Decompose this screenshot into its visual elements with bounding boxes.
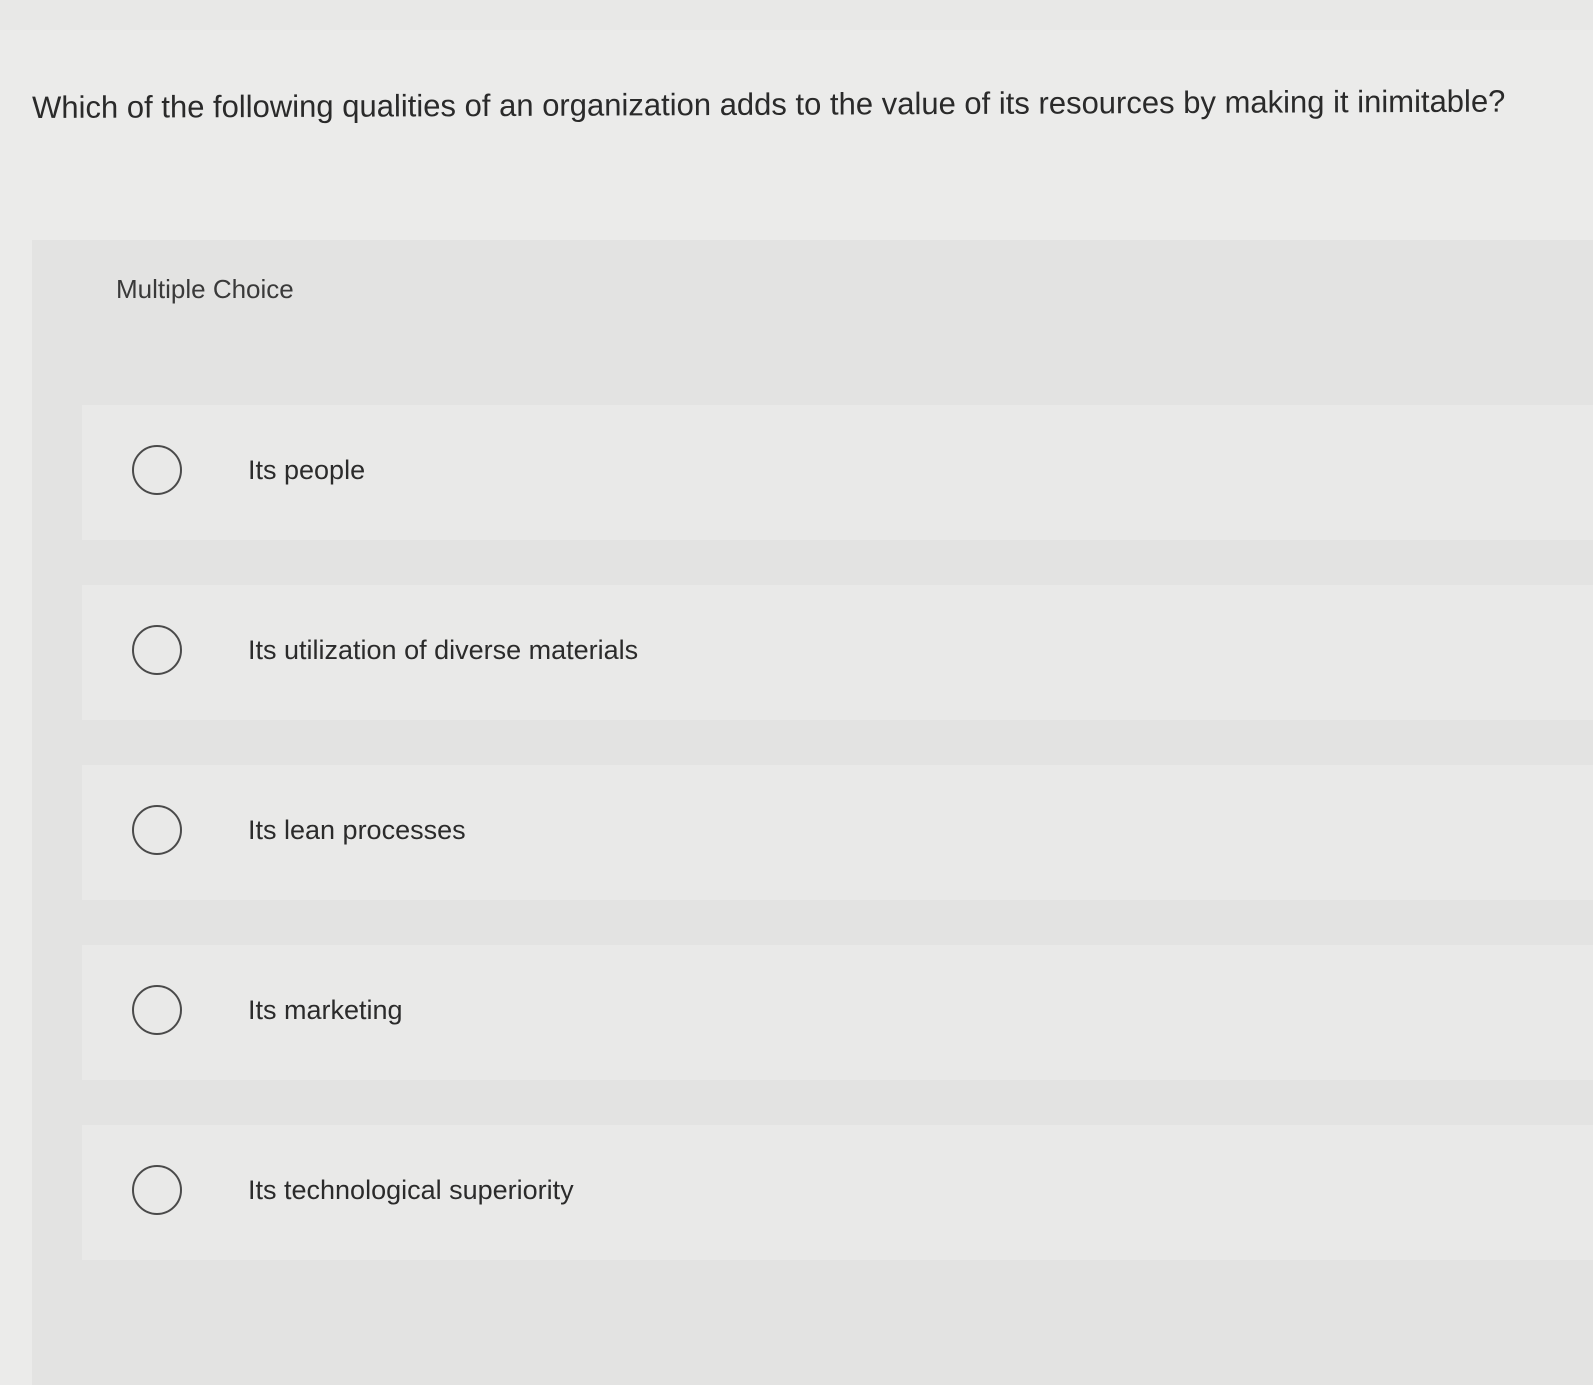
question-text: Which of the following qualities of an o… bbox=[32, 83, 1506, 125]
option-diverse-materials[interactable]: Its utilization of diverse materials bbox=[82, 585, 1593, 720]
option-lean-processes[interactable]: Its lean processes bbox=[82, 765, 1593, 900]
question-type-label: Multiple Choice bbox=[116, 274, 294, 304]
option-marketing[interactable]: Its marketing bbox=[82, 945, 1593, 1080]
option-label: Its utilization of diverse materials bbox=[248, 635, 639, 665]
top-band bbox=[0, 0, 1593, 30]
radio-button-icon[interactable] bbox=[132, 445, 182, 495]
radio-button-icon[interactable] bbox=[132, 985, 182, 1035]
option-technological-superiority[interactable]: Its technological superiority bbox=[82, 1125, 1593, 1260]
option-its-people[interactable]: Its people bbox=[82, 405, 1593, 540]
option-label: Its marketing bbox=[248, 995, 403, 1025]
radio-button-icon[interactable] bbox=[132, 625, 182, 675]
option-label: Its technological superiority bbox=[248, 1175, 574, 1205]
radio-button-icon[interactable] bbox=[132, 805, 182, 855]
option-label: Its people bbox=[248, 455, 366, 485]
radio-button-icon[interactable] bbox=[132, 1165, 182, 1215]
option-label: Its lean processes bbox=[248, 815, 466, 845]
options-list: Its people Its utilization of diverse ma… bbox=[82, 405, 1593, 1305]
multiple-choice-panel: Multiple Choice Its people Its utilizati… bbox=[32, 240, 1593, 1385]
